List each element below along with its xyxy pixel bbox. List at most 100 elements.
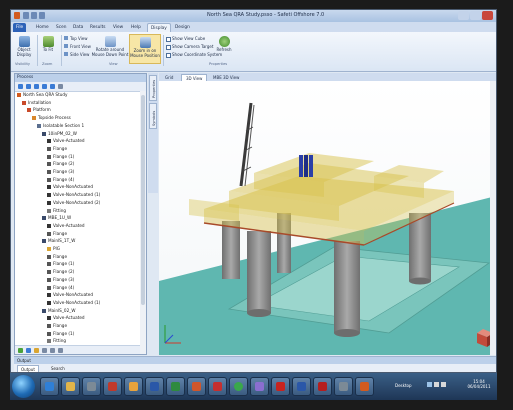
- tree-item[interactable]: MainlS_1T_W: [42, 237, 75, 244]
- tree-item[interactable]: Flange (1): [47, 153, 74, 160]
- front-view-button[interactable]: Front View: [64, 44, 91, 49]
- taskbar-app-icon[interactable]: [103, 377, 122, 396]
- rotate-around-button[interactable]: Rotate around Mouse Down Point: [91, 36, 129, 57]
- taskbar-outlook-icon[interactable]: [124, 377, 143, 396]
- tree-item[interactable]: Fitting: [47, 207, 66, 214]
- tree-item[interactable]: Flange (2): [47, 268, 74, 275]
- add-icon[interactable]: [18, 348, 23, 353]
- clock[interactable]: 15:04 06/04/2011: [465, 379, 493, 389]
- output-tab[interactable]: Output: [17, 365, 39, 372]
- tree-item[interactable]: Isolatable Section 1: [37, 122, 84, 129]
- tree-item[interactable]: Topside Process: [32, 114, 71, 121]
- tree-item[interactable]: Flange (3): [47, 168, 74, 175]
- taskbar-mail-icon[interactable]: [208, 377, 227, 396]
- tree-item[interactable]: Valve-Actuated: [47, 137, 85, 144]
- tree-item[interactable]: Valve-NonActuated (2): [47, 199, 100, 206]
- tree-item[interactable]: MBE_1U_W: [42, 214, 71, 221]
- tree-item[interactable]: North Sea QRA Study: [17, 91, 68, 98]
- tab-file[interactable]: File: [13, 23, 27, 32]
- tree-item[interactable]: Valve-Actuated: [47, 222, 85, 229]
- taskbar-safeti-icon[interactable]: [355, 377, 374, 396]
- taskbar-acrobat-icon[interactable]: [271, 377, 290, 396]
- tree-item[interactable]: 10inPM_02_W: [42, 130, 77, 137]
- doc-tab-mbe-3d-view[interactable]: MBE 3D View: [209, 74, 243, 81]
- tree-item[interactable]: Flange: [47, 253, 67, 260]
- tree-item[interactable]: Flange (1): [47, 260, 74, 267]
- link-icon[interactable]: [42, 348, 47, 353]
- nav-left-icon[interactable]: [18, 84, 23, 89]
- taskbar-excel-icon[interactable]: [166, 377, 185, 396]
- redo-icon[interactable]: [39, 12, 45, 19]
- tree-item[interactable]: Platform: [27, 106, 51, 113]
- tab-home[interactable]: Home: [33, 23, 52, 32]
- tray-icons[interactable]: [427, 382, 457, 390]
- tab-data[interactable]: Data: [70, 23, 86, 32]
- settings-icon[interactable]: [58, 348, 63, 353]
- tree-item[interactable]: Flange: [47, 145, 67, 152]
- tree-item[interactable]: Valve-NonActuated (1): [47, 191, 100, 198]
- show-coordinate-system-checkbox[interactable]: Show Coordinate System: [166, 52, 222, 58]
- top-view-button[interactable]: Top View: [64, 36, 88, 41]
- scrollbar-thumb[interactable]: [141, 95, 145, 305]
- folder-icon[interactable]: [34, 348, 39, 353]
- taskbar-acrobat-icon[interactable]: [313, 377, 332, 396]
- options-icon[interactable]: [58, 84, 63, 89]
- tab-results[interactable]: Results: [87, 23, 109, 32]
- tab-view[interactable]: View: [110, 23, 126, 32]
- tree-item[interactable]: Valve-NonActuated: [47, 291, 93, 298]
- tree-item[interactable]: MainlS_02_W: [42, 307, 75, 314]
- show-camera-target-checkbox[interactable]: Show Camera Target: [166, 44, 213, 50]
- tab-help[interactable]: Help: [128, 23, 144, 32]
- tab-design[interactable]: Design: [172, 23, 193, 32]
- close-button[interactable]: [482, 11, 493, 20]
- filter-icon[interactable]: [50, 348, 55, 353]
- taskbar-word-icon[interactable]: [145, 377, 164, 396]
- refresh-button[interactable]: Refresh: [214, 36, 234, 53]
- show-view-cube-checkbox[interactable]: Show View Cube: [166, 36, 205, 42]
- minimize-button[interactable]: [458, 11, 469, 20]
- taskbar-app-icon[interactable]: [250, 377, 269, 396]
- tree-item[interactable]: Fitting: [47, 337, 66, 344]
- start-button[interactable]: [12, 375, 35, 398]
- move-up-icon[interactable]: [34, 84, 39, 89]
- taskbar-explorer-icon[interactable]: [61, 377, 80, 396]
- zoom-mouse-button[interactable]: Zoom in on Mouse Position: [129, 34, 161, 64]
- tree-item[interactable]: Flange (1): [47, 330, 74, 337]
- taskbar-chrome-icon[interactable]: [229, 377, 248, 396]
- tree-item[interactable]: PIG: [47, 245, 60, 252]
- tab-symbols[interactable]: Symbols: [149, 103, 157, 129]
- app-icon[interactable]: [14, 12, 20, 19]
- doc-tab-grid[interactable]: Grid: [161, 74, 177, 81]
- tree-item[interactable]: Flange (3): [47, 276, 74, 283]
- taskbar-powerpoint-icon[interactable]: [187, 377, 206, 396]
- expand-icon[interactable]: [50, 84, 55, 89]
- tree-item[interactable]: Flange: [47, 322, 67, 329]
- tree-item[interactable]: Flange (4): [47, 176, 74, 183]
- tab-scen[interactable]: Scen: [53, 23, 69, 32]
- move-down-icon[interactable]: [42, 84, 47, 89]
- tree-item[interactable]: Flange: [47, 230, 67, 237]
- to-fit-button[interactable]: To Fit: [39, 36, 57, 53]
- side-view-button[interactable]: Side View: [64, 52, 89, 57]
- tree-item[interactable]: Valve-Actuated: [47, 314, 85, 321]
- tree-item[interactable]: Valve-NonActuated: [47, 183, 93, 190]
- object-display-button[interactable]: Object Display: [13, 36, 35, 57]
- taskbar-ie-icon[interactable]: [40, 377, 59, 396]
- tree-item[interactable]: Flange (4): [47, 284, 74, 291]
- tree-item[interactable]: Installation: [22, 99, 51, 106]
- maximize-button[interactable]: [470, 11, 481, 20]
- taskbar-app-icon[interactable]: [334, 377, 353, 396]
- taskbar-app-icon[interactable]: [82, 377, 101, 396]
- viewport-scrollbar[interactable]: [490, 81, 496, 355]
- tree-scrollbar[interactable]: [140, 91, 146, 354]
- tree-item[interactable]: Flange (2): [47, 160, 74, 167]
- tab-properties[interactable]: Properties: [149, 75, 157, 101]
- tool-icon[interactable]: [26, 348, 31, 353]
- desktop-toolbar-label[interactable]: Desktop: [395, 383, 412, 388]
- tree-item[interactable]: Valve-NonActuated (1): [47, 299, 100, 306]
- search-tab[interactable]: Search: [48, 365, 68, 372]
- nav-right-icon[interactable]: [26, 84, 31, 89]
- 3d-viewport[interactable]: [159, 81, 496, 355]
- save-icon[interactable]: [23, 12, 29, 19]
- taskbar-app-icon[interactable]: [292, 377, 311, 396]
